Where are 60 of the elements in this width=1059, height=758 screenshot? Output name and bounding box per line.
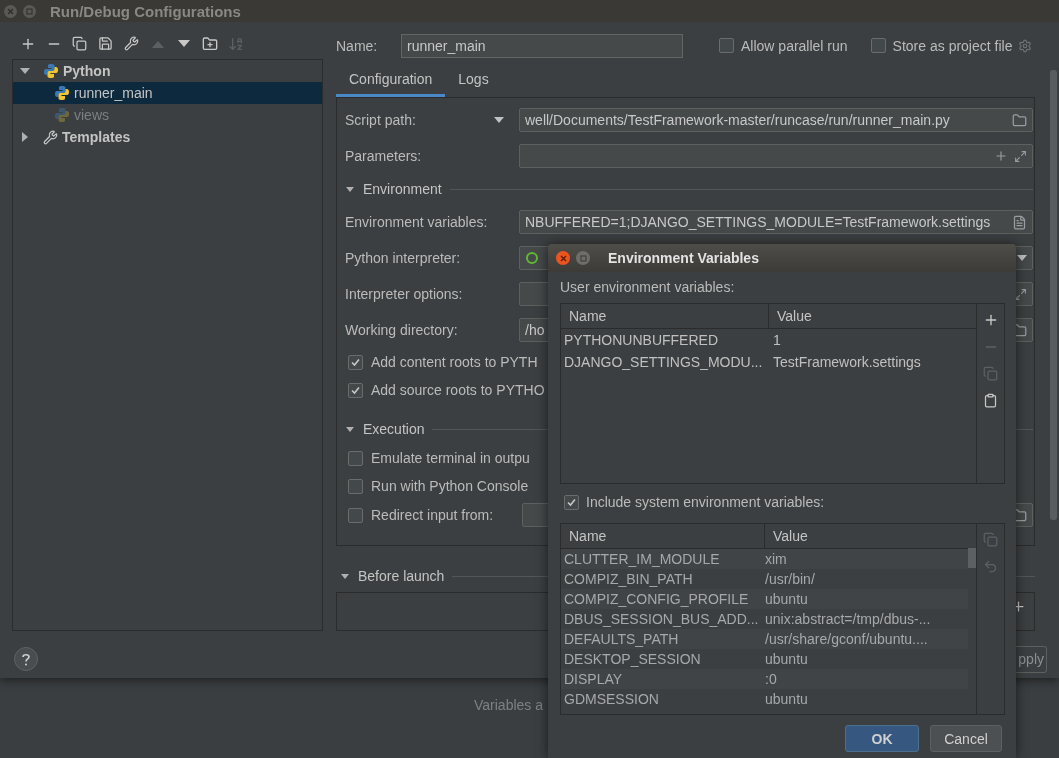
checkbox-label: Emulate terminal in outpu — [371, 450, 530, 467]
table-title: User environment variables: — [560, 279, 735, 297]
table-cell-text: PYTHONUNBUFFERED — [563, 331, 719, 350]
table-cell-text: :0 — [765, 670, 778, 689]
column-header[interactable]: Name — [561, 304, 769, 328]
table-cell-text: DEFAULTS_PATH — [563, 630, 680, 649]
checkbox-label: Add content roots to PYTH — [371, 354, 538, 371]
table-cell-text: DESKTOP_SESSION — [563, 650, 702, 669]
background-text: Variables a — [474, 697, 543, 713]
checkbox-label: Add source roots to PYTHO — [371, 382, 545, 399]
column-header[interactable]: Value — [769, 304, 976, 328]
table-cell-text: DISPLAY — [563, 670, 624, 689]
section-title: Environment — [363, 181, 442, 198]
table-cell-text: /usr/bin/ — [765, 570, 816, 589]
tab[interactable]: Configuration — [336, 63, 446, 98]
section-title: Before launch — [358, 568, 445, 585]
checkbox-label: Redirect input from: — [371, 507, 495, 524]
option-label: Store as project file — [892, 37, 1013, 54]
column-header[interactable]: Value — [765, 524, 976, 548]
table-cell-text: DJANGO_SETTINGS_MODU... — [563, 353, 764, 372]
table-cell-text: GDMSESSION — [563, 690, 660, 709]
column-header[interactable]: Name — [561, 524, 765, 548]
table-cell-text: unix:abstract=/tmp/dbus-... — [765, 610, 932, 629]
table-cell-text: xim — [765, 550, 788, 569]
field-label: Environment variables: — [345, 214, 488, 231]
field-label: Script path: — [345, 112, 416, 129]
tree-label: runner_main — [74, 85, 153, 101]
table-cell-text: TestFramework.settings — [772, 353, 922, 372]
table-cell-text: COMPIZ_BIN_PATH — [563, 570, 694, 589]
table-cell-text: DBUS_SESSION_BUS_ADD... — [563, 610, 760, 629]
input-field[interactable]: well/Documents/TestFramework-master/runcase/run/runner_main.py — [519, 108, 1033, 133]
table-cell-text: ubuntu — [765, 590, 809, 609]
tree-item[interactable]: Python — [13, 60, 322, 82]
tab[interactable]: Logs — [445, 63, 502, 98]
tree-label: views — [74, 107, 109, 123]
dialog-title: Environment Variables — [608, 250, 759, 266]
table-cell-text: ubuntu — [765, 650, 809, 669]
tree-item[interactable]: runner_main — [13, 82, 322, 104]
tree-item[interactable]: Templates — [13, 126, 322, 148]
field-label: Working directory: — [345, 322, 458, 339]
table-cell-text: 1 — [772, 331, 782, 350]
table-cell-text: ubuntu — [765, 690, 809, 709]
table-cell-text: /usr/share/gconf/ubuntu.... — [765, 630, 929, 649]
table-cell-text: CLUTTER_IM_MODULE — [563, 550, 721, 569]
field-label: Parameters: — [345, 148, 422, 165]
input-field[interactable]: NBUFFERED=1;DJANGO_SETTINGS_MODULE=TestFramework.settings — [519, 210, 1033, 235]
name-label: Name: — [336, 37, 379, 54]
field-label: Interpreter options: — [345, 286, 463, 303]
section-title: Execution — [363, 421, 425, 438]
window-title: Run/Debug Configurations — [50, 2, 241, 20]
option-label: Allow parallel run — [741, 37, 848, 54]
tree-label: Templates — [62, 129, 131, 145]
ok-button[interactable]: OK — [845, 725, 919, 752]
tree-label: Python — [63, 63, 111, 79]
table-cell-text: COMPIZ_CONFIG_PROFILE — [563, 590, 750, 609]
field-label: Python interpreter: — [345, 250, 461, 267]
name-field[interactable]: runner_main — [401, 33, 683, 58]
cancel-button[interactable]: Cancel — [930, 725, 1002, 752]
checkbox-label: Include system environment variables: — [586, 494, 825, 510]
checkbox-label: Run with Python Console — [371, 478, 529, 495]
